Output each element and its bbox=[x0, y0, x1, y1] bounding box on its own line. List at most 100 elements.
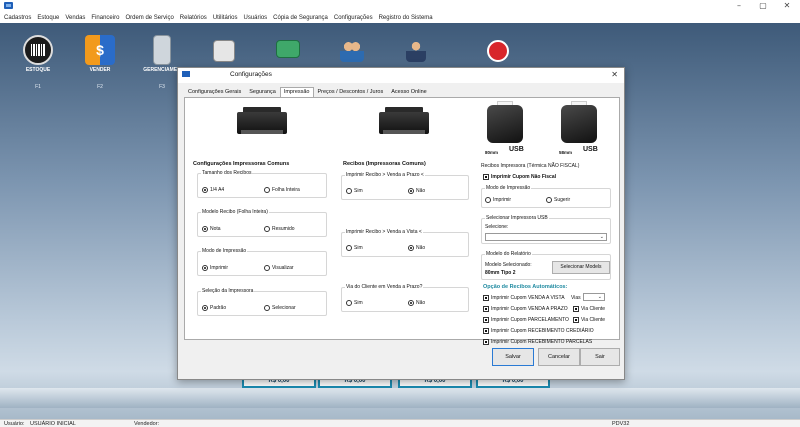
users-icon bbox=[340, 40, 364, 62]
radio-vista-sim[interactable]: Sim bbox=[346, 245, 363, 251]
group-tamanho-recibos: Tamanho dos Recibos 1/4 A4 Folha Inteira bbox=[197, 170, 327, 198]
group-modelo-relatorio: Modelo do Relatório Modelo Selecionado: … bbox=[481, 251, 611, 280]
printer-58mm-usb: USB bbox=[583, 146, 598, 153]
radio-label: Não bbox=[416, 188, 426, 194]
group-label: Imprimir Recibo > Venda a Vista < bbox=[345, 229, 423, 235]
radio-model-resumido[interactable]: Resumido bbox=[264, 226, 295, 232]
radio-size-full-page[interactable]: Folha Inteira bbox=[264, 187, 300, 193]
radio-termica-imprimir[interactable]: Imprimir bbox=[485, 197, 511, 203]
menubar: Cadastros Estoque Vendas Financeiro Orde… bbox=[0, 12, 800, 23]
menu-configuracoes[interactable]: Configurações bbox=[334, 15, 373, 21]
menu-financeiro[interactable]: Financeiro bbox=[91, 15, 119, 21]
tab-precos-descontos-juros[interactable]: Preços / Descontos / Juros bbox=[314, 87, 388, 97]
tile-estoque[interactable]: ESTOQUE F1 bbox=[16, 35, 60, 90]
radio-termica-sugerir[interactable]: Sugerir bbox=[546, 197, 570, 203]
menu-vendas[interactable]: Vendas bbox=[65, 15, 85, 21]
chevron-down-icon: ⌄ bbox=[597, 294, 602, 300]
check-label: Imprimir Cupom VENDA A PRAZO bbox=[491, 306, 568, 312]
select-models-button[interactable]: Selecionar Models bbox=[552, 261, 610, 274]
laser-printer-icon bbox=[375, 104, 433, 138]
settings-dialog: Configurações ✕ Configurações Gerais Seg… bbox=[177, 67, 625, 380]
radio-label: Sim bbox=[354, 245, 363, 251]
radio-prazo-sim[interactable]: Sim bbox=[346, 188, 363, 194]
tile-label: ESTOQUE bbox=[25, 67, 51, 73]
usb-printer-select[interactable]: ⌄ bbox=[485, 233, 607, 241]
check-auto-recebimento-crediario[interactable]: Imprimir Cupom RECEBIMENTO CREDIÁRIO bbox=[483, 328, 594, 334]
menu-usuarios[interactable]: Usuários bbox=[243, 15, 267, 21]
radio-via-nao[interactable]: Não bbox=[408, 300, 425, 306]
window-titlebar: – ▢ ✕ bbox=[0, 0, 800, 12]
group-label: Via do Cliente em Venda a Prazo? bbox=[345, 284, 424, 290]
card-reader-icon bbox=[213, 40, 235, 62]
close-window-button[interactable]: ✕ bbox=[780, 1, 794, 10]
minimize-button[interactable]: – bbox=[732, 1, 746, 10]
check-auto-venda-vista[interactable]: Imprimir Cupom VENDA A VISTA bbox=[483, 295, 565, 301]
menu-ordem-servico[interactable]: Ordem de Serviço bbox=[125, 15, 173, 21]
radio-label: Sugerir bbox=[554, 197, 571, 203]
tab-configuracoes-gerais[interactable]: Configurações Gerais bbox=[184, 87, 245, 97]
menu-cadastros[interactable]: Cadastros bbox=[4, 15, 31, 21]
menu-utilitarios[interactable]: Utilitários bbox=[213, 15, 238, 21]
tile-user[interactable] bbox=[394, 40, 438, 62]
menu-relatorios[interactable]: Relatórios bbox=[180, 15, 207, 21]
radio-sel-selecionar[interactable]: Selecionar bbox=[264, 305, 296, 311]
radio-mode-visualizar[interactable]: Visualizar bbox=[264, 265, 294, 271]
tab-impressao[interactable]: Impressão bbox=[279, 87, 314, 97]
group-selecao-impressora: Seleção da Impressora Padrão Selecionar bbox=[197, 288, 327, 316]
app-icon bbox=[4, 2, 13, 9]
check-label: Imprimir Cupom VENDA A VISTA bbox=[491, 295, 565, 301]
tile-power[interactable] bbox=[476, 40, 520, 62]
radio-label: Padrão bbox=[210, 305, 227, 311]
radio-model-nota[interactable]: Nota bbox=[202, 226, 221, 232]
check-via-cliente-prazo[interactable]: Via Cliente bbox=[573, 306, 605, 312]
cancel-button[interactable]: Cancelar bbox=[538, 348, 580, 366]
group-label: Modelo Recibo (Folha Inteira) bbox=[201, 209, 269, 215]
status-user-label: Usuário: bbox=[4, 421, 25, 427]
statusbar: Usuário: USUÁRIO INICIAL Vendedor: PDV32 bbox=[0, 419, 800, 427]
vias-select[interactable]: ⌄ bbox=[583, 293, 605, 301]
check-via-cliente-parcelamento[interactable]: Via Cliente bbox=[573, 317, 605, 323]
menu-registro-sistema[interactable]: Registro do Sistema bbox=[379, 15, 433, 21]
menu-copia-seguranca[interactable]: Cópia de Segurança bbox=[273, 15, 328, 21]
dialog-close-button[interactable]: ✕ bbox=[611, 70, 618, 79]
tile-money[interactable] bbox=[266, 40, 310, 58]
tab-seguranca[interactable]: Segurança bbox=[245, 87, 280, 97]
laser-printer-icon bbox=[233, 104, 291, 138]
radio-prazo-nao[interactable]: Não bbox=[408, 188, 425, 194]
tab-panel-impressao: 80mm USB 58mm USB Configurações Impresso… bbox=[184, 97, 620, 345]
printer-80mm-usb: USB bbox=[509, 146, 524, 153]
check-auto-parcelamento[interactable]: Imprimir Cupom PARCELAMENTO bbox=[483, 317, 569, 323]
group-label: Imprimir Recibo > Venda a Prazo < bbox=[345, 172, 425, 178]
menu-estoque[interactable]: Estoque bbox=[37, 15, 59, 21]
money-icon bbox=[276, 40, 300, 58]
group-modelo-recibo: Modelo Recibo (Folha Inteira) Nota Resum… bbox=[197, 209, 327, 237]
check-label: Imprimir Cupom Não Fiscal bbox=[491, 174, 557, 180]
save-button[interactable]: Salvar bbox=[492, 348, 534, 366]
status-terminal: PDV32 bbox=[612, 421, 630, 427]
radio-label: Nota bbox=[210, 226, 221, 232]
group-label: Selecionar Impressora USB bbox=[485, 215, 549, 221]
group-label: Seleção da Impressora bbox=[201, 288, 255, 294]
tile-vender[interactable]: $ VENDER F2 bbox=[78, 35, 122, 90]
tab-acesso-online[interactable]: Acesso Online bbox=[387, 87, 430, 97]
check-imprimir-nao-fiscal[interactable]: Imprimir Cupom Não Fiscal bbox=[483, 174, 556, 180]
radio-size-quarter-a4[interactable]: 1/4 A4 bbox=[202, 187, 224, 193]
check-auto-recebimento-parcelas[interactable]: Imprimir Cupom RECEBIMENTO PARCELAS bbox=[483, 339, 592, 345]
group-label: Modelo do Relatório bbox=[485, 251, 532, 257]
radio-sel-padrao[interactable]: Padrão bbox=[202, 305, 226, 311]
maximize-button[interactable]: ▢ bbox=[756, 1, 770, 10]
selected-model-value: 80mm Tipo 2 bbox=[485, 270, 516, 276]
tile-users[interactable] bbox=[330, 40, 374, 62]
radio-label: Visualizar bbox=[272, 265, 294, 271]
check-auto-venda-prazo[interactable]: Imprimir Cupom VENDA A PRAZO bbox=[483, 306, 568, 312]
group-termica-modo: Modo de Impressão Imprimir Sugerir bbox=[481, 185, 611, 208]
thermal-printer-58mm-icon bbox=[557, 101, 601, 147]
radio-mode-imprimir[interactable]: Imprimir bbox=[202, 265, 228, 271]
radio-vista-nao[interactable]: Não bbox=[408, 245, 425, 251]
tile-card-reader[interactable] bbox=[202, 40, 246, 62]
radio-via-sim[interactable]: Sim bbox=[346, 300, 363, 306]
radio-label: Sim bbox=[354, 300, 363, 306]
radio-label: Não bbox=[416, 300, 426, 306]
exit-button[interactable]: Sair bbox=[580, 348, 620, 366]
check-label: Imprimir Cupom PARCELAMENTO bbox=[491, 317, 569, 323]
